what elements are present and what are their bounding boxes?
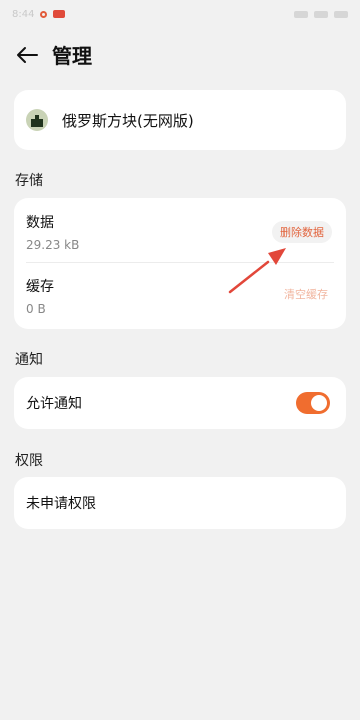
battery-icon — [334, 10, 348, 18]
signal-icon — [294, 10, 308, 18]
back-button[interactable] — [14, 42, 40, 68]
back-arrow-icon — [17, 47, 38, 63]
allow-notifications-label: 允许通知 — [26, 396, 82, 412]
clear-cache-button[interactable]: 清空缓存 — [284, 286, 328, 302]
header: 管理 — [0, 36, 360, 76]
permissions-card[interactable]: 未申请权限 — [14, 477, 346, 529]
status-bar: 8:44 — [0, 0, 360, 28]
app-icon — [26, 109, 48, 131]
app-notification-icon — [53, 10, 66, 18]
toggle-knob — [311, 395, 327, 411]
storage-section-label: 存储 — [15, 173, 43, 189]
divider — [26, 262, 334, 263]
delete-data-button[interactable]: 删除数据 — [272, 221, 332, 243]
page-title: 管理 — [52, 44, 92, 68]
notifications-card: 允许通知 — [14, 377, 346, 429]
status-time: 8:44 — [12, 8, 35, 20]
allow-notifications-toggle[interactable] — [296, 392, 330, 414]
cache-size: 0 B — [26, 302, 46, 316]
app-name: 俄罗斯方块(无网版) — [62, 111, 194, 130]
notifications-section-label: 通知 — [15, 352, 43, 368]
wifi-icon — [314, 10, 328, 18]
app-info-card[interactable]: 俄罗斯方块(无网版) — [14, 90, 346, 150]
storage-card: 数据 29.23 kB 删除数据 缓存 0 B 清空缓存 — [14, 198, 346, 329]
permissions-section-label: 权限 — [15, 453, 43, 469]
no-permissions-label: 未申请权限 — [26, 496, 96, 512]
notification-icon — [40, 10, 48, 18]
